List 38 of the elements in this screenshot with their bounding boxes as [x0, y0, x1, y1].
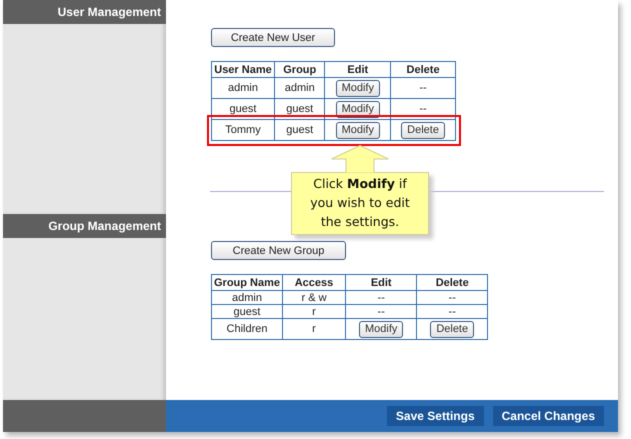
footer-button[interactable]: Save Settings [386, 406, 484, 426]
table-cell: admin [212, 78, 274, 98]
table-cell: r [282, 318, 346, 340]
row-button[interactable]: Modify [359, 320, 404, 338]
table-cell: guest [274, 120, 325, 140]
table-cell: -- [390, 98, 456, 120]
column-header: Group [274, 62, 325, 78]
column-header: Edit [324, 62, 391, 78]
column-header: Edit [345, 274, 417, 290]
callout-text: Click Modify if you wish to edit the settings. [309, 175, 411, 231]
row-button[interactable]: Delete [430, 320, 474, 338]
table-cell: guest [274, 98, 325, 120]
table-cell: r [282, 304, 346, 318]
column-header: Group Name [212, 274, 283, 290]
section-header: Group Management [3, 214, 166, 238]
create-button[interactable]: Create New Group [211, 241, 346, 260]
footer-button[interactable]: Cancel Changes [492, 406, 604, 426]
table-cell: Tommy [212, 120, 274, 140]
table-cell: -- [416, 304, 488, 318]
column-header: Delete [416, 274, 488, 290]
table-cell: -- [345, 304, 417, 318]
table-cell: guest [212, 304, 283, 318]
column-header: Access [282, 274, 346, 290]
column-header: Delete [390, 62, 456, 78]
table-cell: Children [212, 318, 283, 340]
row-button[interactable]: Modify [336, 122, 380, 138]
table-cell: admin [212, 290, 283, 304]
row-button[interactable]: Modify [336, 80, 380, 96]
create-button[interactable]: Create New User [211, 28, 335, 47]
table-cell: r & w [282, 290, 346, 304]
table-cell: admin [274, 78, 325, 98]
table-cell: -- [345, 290, 417, 304]
table-cell: guest [212, 98, 274, 120]
table-cell: -- [416, 290, 488, 304]
table-cell: -- [390, 78, 456, 98]
row-button[interactable]: Delete [401, 122, 445, 138]
column-header: User Name [212, 62, 274, 78]
section-header: User Management [3, 0, 166, 24]
